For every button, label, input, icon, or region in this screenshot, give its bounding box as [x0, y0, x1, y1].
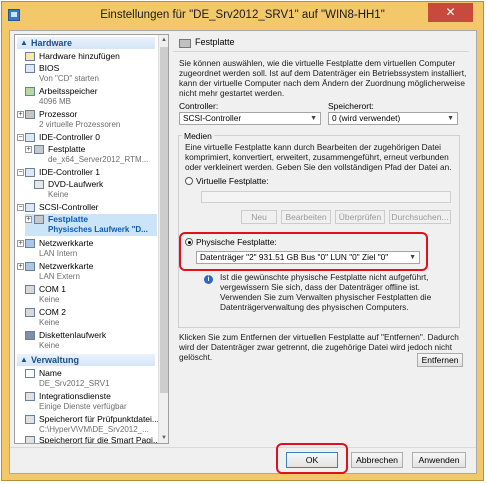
collapse-icon[interactable]: − [17, 204, 24, 211]
disk-settings-panel: Festplatte Sie können auswählen, wie die… [173, 34, 473, 444]
hard-disk-icon [34, 145, 44, 154]
edit-button[interactable]: Bearbeiten [281, 210, 331, 224]
media-group-label: Medien [182, 131, 214, 141]
tree-sub-processor: 2 virtuelle Prozessoren [39, 120, 121, 129]
panel-header: Festplatte [175, 36, 467, 49]
collapse-arrow-icon: ▲ [20, 355, 28, 364]
memory-icon [25, 87, 35, 96]
footer-divider [10, 447, 476, 448]
tree-sub-network-2: LAN Extern [39, 272, 80, 281]
tree-sub-name: DE_Srv2012_SRV1 [39, 379, 110, 388]
hard-disk-icon [34, 215, 44, 224]
collapse-icon[interactable]: − [17, 169, 24, 176]
name-icon [25, 369, 35, 378]
apply-button[interactable]: Anwenden [412, 452, 466, 468]
folder-icon [25, 415, 35, 424]
tree-sub-network-1: LAN Intern [39, 249, 78, 258]
virtual-disk-label: Virtuelle Festplatte: [196, 176, 269, 186]
add-hardware-icon [25, 52, 35, 61]
window-title: Einstellungen für "DE_Srv2012_SRV1" auf … [100, 9, 385, 21]
scroll-up-icon[interactable]: ▲ [159, 35, 168, 45]
settings-tree: ▲ Hardware Hardware hinzufügen BIOS Von … [14, 34, 169, 444]
network-adapter-icon [25, 239, 35, 248]
tree-sub-integration: Einige Dienste verfügbar [39, 402, 127, 411]
controller-label: Controller: [179, 101, 219, 111]
dialog-client: ▲ Hardware Hardware hinzufügen BIOS Von … [9, 30, 477, 474]
hardware-section-header[interactable]: ▲ Hardware [17, 37, 155, 49]
scroll-thumb[interactable] [160, 47, 168, 393]
location-label: Speicherort: [328, 101, 374, 111]
browse-button[interactable]: Durchsuchen... [389, 210, 451, 224]
tree-sub-bios: Von "CD" starten [39, 74, 99, 83]
tree-sub-com2: Keine [39, 318, 60, 327]
media-description: Eine virtuelle Festplatte kann durch Bea… [185, 142, 452, 172]
tree-item-scsi-disk-selected[interactable]: + Festplatte Physisches Laufwerk "D... [25, 214, 157, 236]
expand-icon[interactable]: + [17, 240, 24, 247]
cancel-button[interactable]: Abbrechen [351, 452, 403, 468]
dvd-drive-icon [34, 180, 44, 189]
network-adapter-icon [25, 262, 35, 271]
scroll-down-icon[interactable]: ▼ [159, 433, 168, 443]
expand-icon[interactable]: + [17, 111, 24, 118]
tree-sub-dvd: Keine [48, 190, 69, 199]
tree-sub-scsi-disk: Physisches Laufwerk "D... [48, 225, 148, 234]
expand-icon[interactable]: + [25, 216, 32, 223]
tree-scrollbar[interactable]: ▲ ▼ [158, 35, 168, 443]
ide-controller-icon [25, 133, 35, 142]
physical-disk-info-text: Ist die gewünschte physische Festplatte … [220, 272, 432, 312]
virtual-disk-path-input[interactable] [201, 191, 451, 203]
hard-disk-icon [179, 39, 191, 48]
collapse-arrow-icon: ▲ [20, 38, 28, 47]
integration-services-icon [25, 392, 35, 401]
settings-window: Einstellungen für "DE_Srv2012_SRV1" auf … [1, 1, 484, 481]
close-button[interactable]: ✕ [428, 3, 473, 22]
floppy-icon [25, 331, 35, 340]
tree-sub-floppy: Keine [39, 341, 60, 350]
tree-sub-checkpoint: C:\HyperV\VM\DE_Srv2012_... [39, 425, 149, 434]
chevron-down-icon: ▼ [310, 115, 317, 122]
com-port-icon [25, 285, 35, 294]
tree-sub-com1: Keine [39, 295, 60, 304]
remove-button[interactable]: Entfernen [417, 353, 463, 367]
collapse-icon[interactable]: − [17, 134, 24, 141]
title-bar[interactable]: Einstellungen für "DE_Srv2012_SRV1" auf … [2, 2, 483, 30]
processor-icon [25, 110, 35, 119]
management-section-header[interactable]: ▲ Verwaltung [17, 354, 155, 366]
expand-icon[interactable]: + [25, 146, 32, 153]
inspect-button[interactable]: Überprüfen [335, 210, 385, 224]
tree-sub-memory: 4096 MB [39, 97, 72, 106]
bios-icon [25, 64, 35, 73]
physical-disk-highlight [179, 232, 428, 271]
virtual-disk-radio[interactable] [185, 177, 193, 185]
scsi-controller-icon [25, 203, 35, 212]
folder-icon [25, 436, 35, 443]
tree-sub-ide-disk: de_x64_Server2012_RTM... [48, 155, 149, 164]
expand-icon[interactable]: + [17, 263, 24, 270]
location-select[interactable]: 0 (wird verwendet) ▼ [328, 112, 458, 125]
controller-select[interactable]: SCSI-Controller ▼ [179, 112, 321, 125]
ide-controller-icon [25, 168, 35, 177]
header-divider [173, 51, 469, 52]
info-icon: i [204, 275, 213, 284]
ok-button-highlight [276, 443, 348, 474]
new-button[interactable]: Neu [241, 210, 277, 224]
com-port-icon [25, 308, 35, 317]
chevron-down-icon: ▼ [447, 115, 454, 122]
intro-text: Sie können auswählen, wie die virtuelle … [179, 58, 467, 98]
